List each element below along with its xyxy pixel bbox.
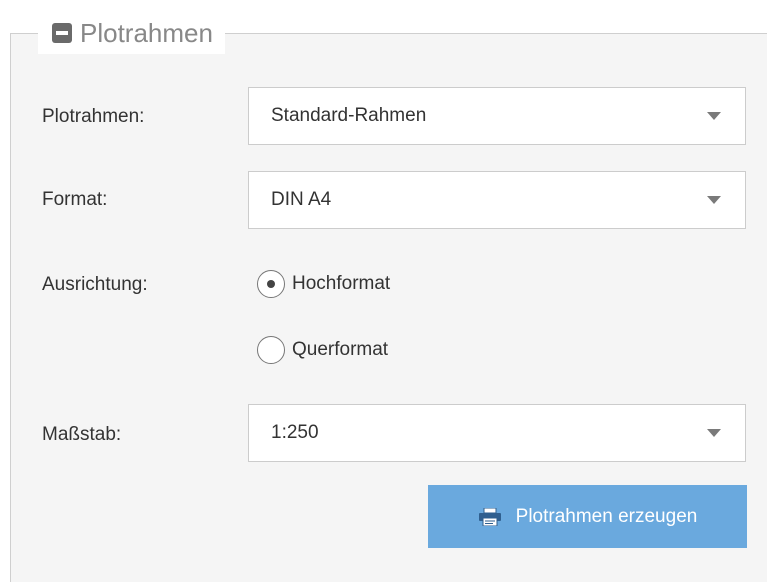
chevron-down-icon bbox=[707, 429, 721, 437]
orientation-label: Ausrichtung: bbox=[42, 274, 148, 295]
fieldset-legend[interactable]: Plotrahmen bbox=[38, 12, 225, 54]
radio-querformat-label: Querformat bbox=[292, 339, 389, 360]
format-label: Format: bbox=[42, 189, 108, 210]
scale-select-value: 1:250 bbox=[271, 422, 319, 443]
chevron-down-icon bbox=[707, 112, 721, 120]
printer-icon bbox=[478, 507, 501, 526]
radio-checked-icon[interactable] bbox=[257, 270, 285, 298]
radio-querformat[interactable]: Querformat bbox=[257, 336, 388, 364]
create-button-label: Plotrahmen erzeugen bbox=[515, 505, 698, 527]
collapse-minus-icon[interactable] bbox=[52, 23, 72, 43]
format-select[interactable]: DIN A4 bbox=[248, 171, 746, 229]
scale-select[interactable]: 1:250 bbox=[248, 404, 746, 462]
format-select-value: DIN A4 bbox=[271, 189, 332, 210]
chevron-down-icon bbox=[707, 196, 721, 204]
frame-select-value: Standard-Rahmen bbox=[271, 105, 427, 126]
frame-select[interactable]: Standard-Rahmen bbox=[248, 87, 746, 145]
frame-label: Plotrahmen: bbox=[42, 106, 145, 127]
radio-hochformat[interactable]: Hochformat bbox=[257, 270, 390, 298]
scale-label: Maßstab: bbox=[42, 424, 122, 445]
radio-hochformat-label: Hochformat bbox=[292, 273, 391, 294]
fieldset-legend-label: Plotrahmen bbox=[80, 17, 213, 48]
create-plotrahmen-button[interactable]: Plotrahmen erzeugen bbox=[428, 485, 747, 548]
radio-unchecked-icon[interactable] bbox=[257, 336, 285, 364]
